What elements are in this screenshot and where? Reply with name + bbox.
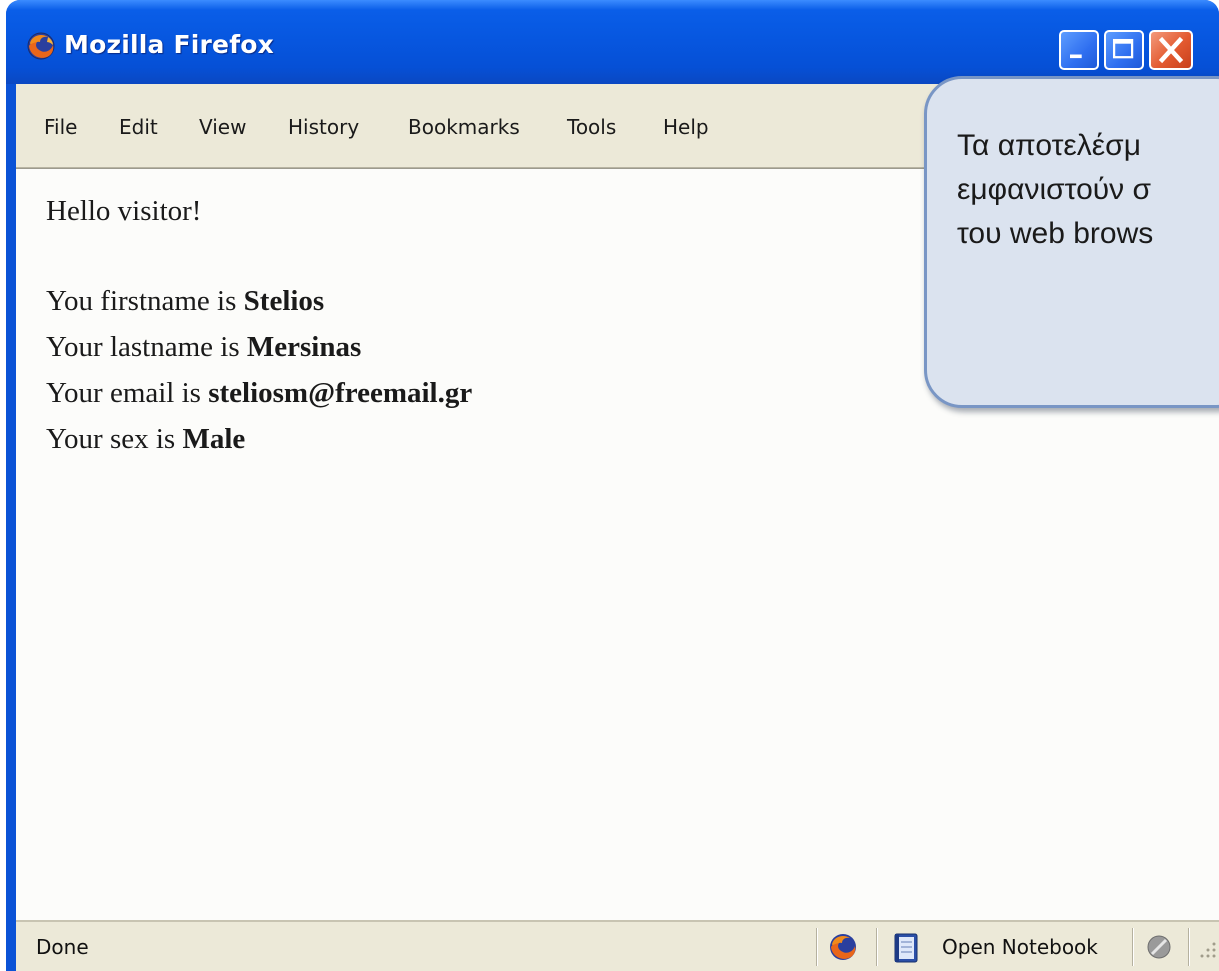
sex-value: Male <box>182 423 246 455</box>
email-label: Your email is <box>46 377 209 409</box>
open-notebook-label[interactable]: Open Notebook <box>942 935 1098 959</box>
status-separator <box>816 928 817 966</box>
menu-edit[interactable]: Edit <box>119 115 158 139</box>
window-title: Mozilla Firefox <box>64 30 274 59</box>
close-icon <box>1158 36 1184 64</box>
greeting-text: Hello visitor! <box>46 195 202 227</box>
firstname-line: You firstname is Stelios <box>46 285 324 318</box>
email-value: steliosm@freemail.gr <box>208 377 473 409</box>
lastname-label: Your lastname is <box>46 331 247 363</box>
menu-tools[interactable]: Tools <box>567 115 616 139</box>
maximize-icon <box>1112 38 1134 59</box>
email-line: Your email is steliosm@freemail.gr <box>46 377 472 410</box>
status-text: Done <box>36 935 89 959</box>
notebook-icon[interactable] <box>890 932 922 964</box>
sex-line: Your sex is Male <box>46 423 245 456</box>
callout-bubble: Τα αποτελέσμ εμφανιστούν σ του web brows <box>924 76 1219 408</box>
firstname-value: Stelios <box>243 285 325 317</box>
minimize-button[interactable] <box>1059 30 1099 70</box>
sex-label: Your sex is <box>46 423 183 455</box>
firefox-icon <box>27 32 55 60</box>
firefox-icon[interactable] <box>828 932 858 962</box>
lastname-line: Your lastname is Mersinas <box>46 331 361 364</box>
maximize-button[interactable] <box>1104 30 1144 70</box>
disabled-icon[interactable] <box>1144 932 1174 962</box>
menu-history[interactable]: History <box>288 115 359 139</box>
status-separator <box>1132 928 1133 966</box>
firstname-label: You firstname is <box>46 285 244 317</box>
resize-grip-icon[interactable] <box>1194 932 1218 962</box>
menu-bookmarks[interactable]: Bookmarks <box>408 115 520 139</box>
close-button[interactable] <box>1149 30 1193 70</box>
minimize-icon <box>1070 54 1082 59</box>
status-bar: Done Open Notebook <box>16 920 1219 971</box>
menu-help[interactable]: Help <box>663 115 709 139</box>
status-separator <box>876 928 877 966</box>
menu-file[interactable]: File <box>44 115 77 139</box>
status-separator <box>1188 928 1189 966</box>
callout-line: του web brows <box>957 217 1154 250</box>
callout-line: εμφανιστούν σ <box>957 173 1152 206</box>
callout-line: Τα αποτελέσμ <box>957 129 1141 162</box>
menu-view[interactable]: View <box>199 115 246 139</box>
lastname-value: Mersinas <box>246 331 362 363</box>
title-bar[interactable]: Mozilla Firefox <box>6 0 1219 84</box>
